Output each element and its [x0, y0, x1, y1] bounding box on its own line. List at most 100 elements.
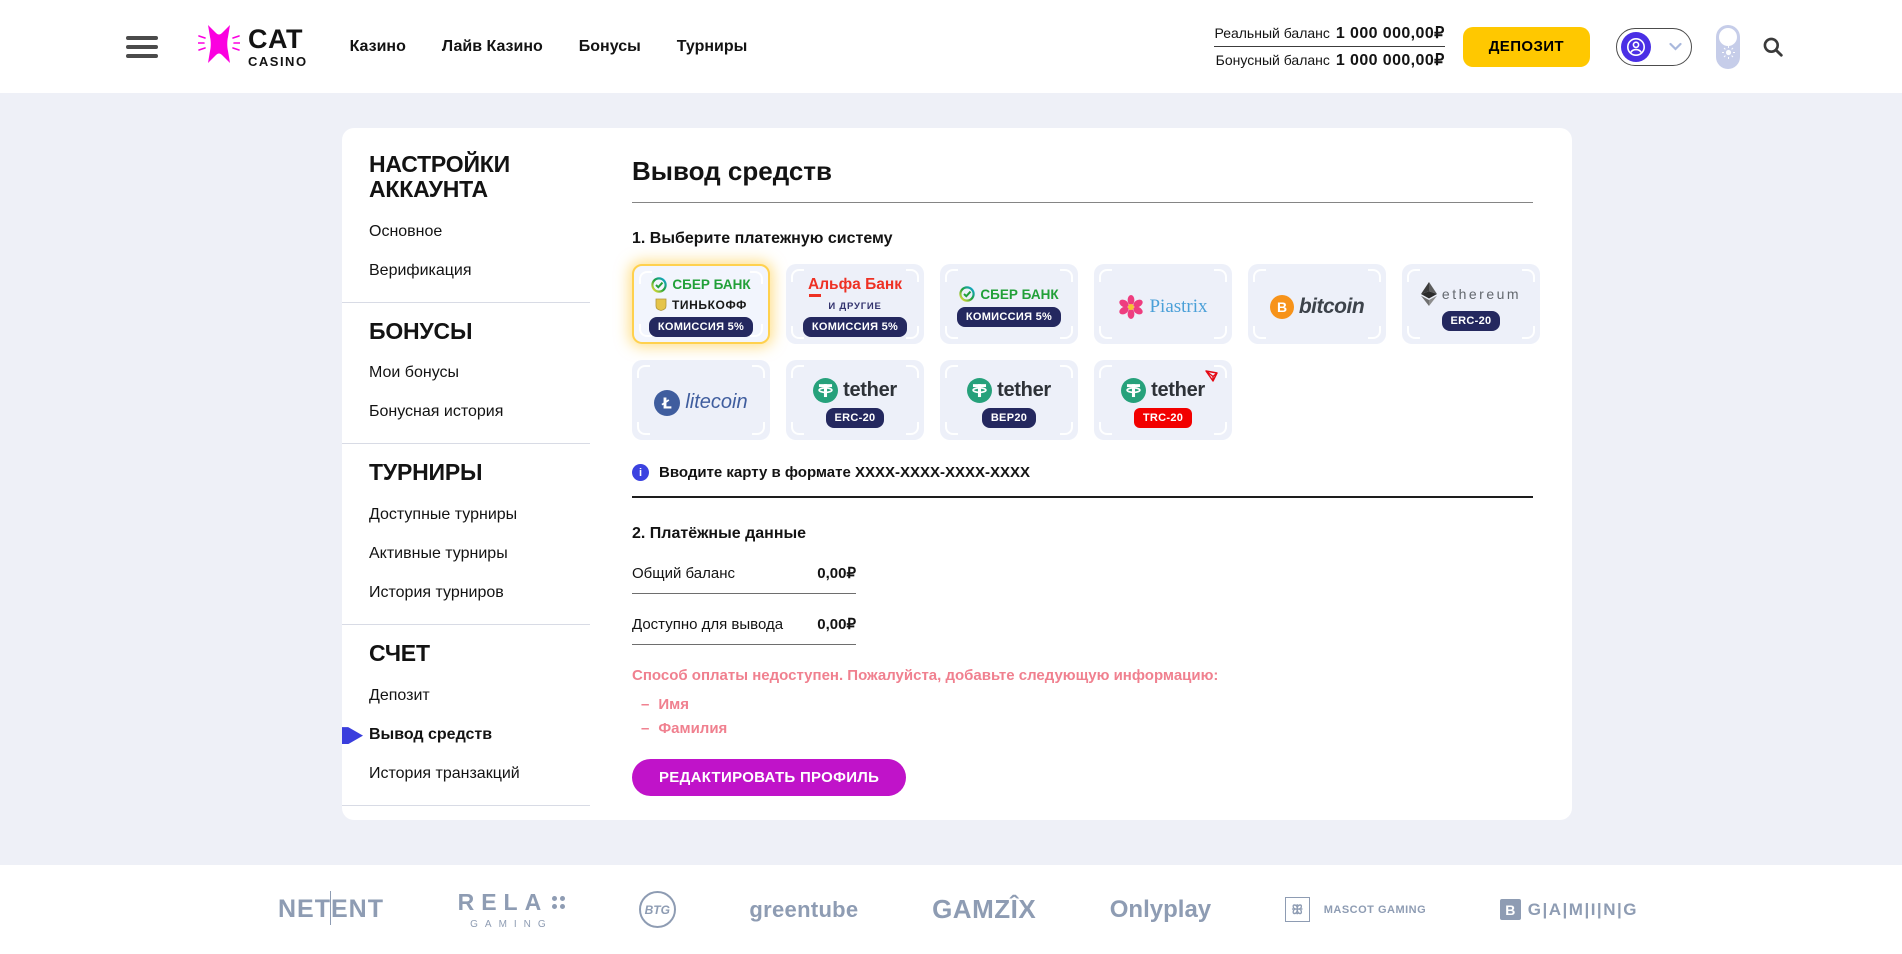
payment-card-sber-tinkoff[interactable]: СБЕР БАНК ТИНЬКОФФ КОМИССИЯ 5%	[632, 264, 770, 344]
sidebar-title-account: СЧЕТ	[369, 641, 580, 666]
sidebar-item-my-bonuses[interactable]: Мои бонусы	[369, 364, 580, 382]
payment-card-tether-trc20[interactable]: tether TRC-20	[1094, 360, 1232, 440]
nav-bonuses[interactable]: Бонусы	[579, 38, 641, 56]
chevron-down-icon	[1669, 38, 1682, 56]
bitcoin-icon: B	[1270, 295, 1294, 319]
hamburger-menu-icon[interactable]	[126, 36, 158, 58]
sidebar-item-main[interactable]: Основное	[369, 223, 580, 241]
title-divider	[632, 202, 1533, 203]
real-balance-value: 1 000 000,00₽	[1336, 23, 1445, 43]
account-panel: НАСТРОЙКИ АККАУНТА Основное Верификация …	[342, 128, 1572, 820]
commission-badge: КОМИССИЯ 5%	[957, 307, 1061, 327]
cat-casino-logo[interactable]: CAT CASINO	[198, 22, 308, 71]
provider-bgaming: B G|A|M|I|N|G	[1500, 899, 1638, 920]
bullet: –	[641, 720, 649, 737]
provider-onlyplay: Onlyplay	[1110, 896, 1211, 924]
sberbank-icon	[959, 286, 975, 302]
sidebar-item-transaction-history[interactable]: История транзакций	[369, 765, 580, 783]
edit-profile-button[interactable]: РЕДАКТИРОВАТЬ ПРОФИЛЬ	[632, 759, 906, 796]
sidebar-item-bonus-history[interactable]: Бонусная история	[369, 403, 580, 421]
network-badge: ERC-20	[1442, 311, 1501, 331]
provider-netent: NETENT	[278, 895, 384, 924]
bgaming-b-icon: B	[1500, 899, 1521, 920]
alfa-bank-label: Альфа Банк	[808, 276, 902, 294]
sidebar-item-deposit[interactable]: Депозит	[369, 687, 580, 705]
available-balance-row: Доступно для вывода 0,00₽	[632, 615, 856, 645]
withdrawal-content: Вывод средств 1. Выберите платежную сист…	[632, 128, 1533, 820]
ethereum-label: ethereum	[1442, 286, 1521, 302]
netent-divider	[330, 891, 331, 925]
network-badge: ERC-20	[826, 408, 885, 428]
sidebar-item-active-tournaments[interactable]: Активные турниры	[369, 545, 580, 563]
litecoin-icon: Ł	[654, 390, 680, 416]
real-balance-row: Реальный баланс 1 000 000,00₽	[1214, 20, 1444, 47]
logo-title: CAT	[248, 26, 308, 53]
search-icon	[1762, 36, 1784, 58]
info-note-text: Вводите карту в формате ХХХХ-ХХХХ-ХХХХ-Х…	[659, 464, 1030, 481]
logo-subtitle: CASINO	[248, 55, 308, 68]
account-menu[interactable]	[1616, 28, 1692, 66]
bonus-balance-value: 1 000 000,00₽	[1336, 50, 1445, 70]
network-badge: BEP20	[982, 408, 1036, 428]
account-sidebar: НАСТРОЙКИ АККАУНТА Основное Верификация …	[342, 128, 590, 820]
total-balance-value: 0,00₽	[817, 564, 856, 582]
page-title: Вывод средств	[632, 156, 1533, 187]
litecoin-label: litecoin	[685, 391, 747, 414]
payment-card-bitcoin[interactable]: B bitcoin	[1248, 264, 1386, 344]
page-body: НАСТРОЙКИ АККАУНТА Основное Верификация …	[0, 93, 1902, 820]
payment-card-litecoin[interactable]: Ł litecoin	[632, 360, 770, 440]
provider-greentube: greentube	[749, 897, 858, 923]
payment-methods-grid: СБЕР БАНК ТИНЬКОФФ КОМИССИЯ 5% Альфа Бан…	[632, 264, 1557, 440]
avatar	[1621, 32, 1651, 62]
missing-first-name: Имя	[658, 696, 689, 713]
sun-icon	[1722, 46, 1735, 64]
alfa-others-label: И ДРУГИЕ	[828, 301, 881, 312]
deposit-button[interactable]: ДЕПОЗИТ	[1463, 27, 1590, 67]
card-format-note: i Вводите карту в формате ХХХХ-ХХХХ-ХХХХ…	[632, 464, 1533, 481]
piastrix-label: Piastrix	[1149, 296, 1207, 318]
theme-toggle[interactable]	[1716, 25, 1740, 69]
sidebar-title-account-settings: НАСТРОЙКИ АККАУНТА	[369, 152, 580, 202]
nav-casino[interactable]: Казино	[350, 38, 406, 56]
top-header: CAT CASINO Казино Лайв Казино Бонусы Тур…	[0, 0, 1902, 93]
info-icon: i	[632, 464, 649, 481]
payment-card-tether-erc20[interactable]: tether ERC-20	[786, 360, 924, 440]
sidebar-item-verification[interactable]: Верификация	[369, 262, 580, 280]
tether-icon	[967, 378, 992, 403]
bonus-balance-label: Бонусный баланс	[1216, 52, 1330, 68]
commission-badge: КОМИССИЯ 5%	[803, 317, 907, 337]
sidebar-item-available-tournaments[interactable]: Доступные турниры	[369, 506, 580, 524]
payment-card-alfa-bank[interactable]: Альфа Банк И ДРУГИЕ КОМИССИЯ 5%	[786, 264, 924, 344]
provider-relax-gaming: RELA GAMING	[458, 889, 566, 930]
mascot-emblem-icon: ꕥ	[1285, 897, 1310, 922]
list-item: – Фамилия	[632, 720, 1533, 737]
tron-icon	[1205, 369, 1218, 387]
payment-card-piastrix[interactable]: Piastrix	[1094, 264, 1232, 344]
step1-label: 1. Выберите платежную систему	[632, 230, 1533, 248]
step2-label: 2. Платёжные данные	[632, 525, 1533, 543]
nav-tournaments[interactable]: Турниры	[677, 38, 748, 56]
payment-unavailable-warning: Способ оплаты недоступен. Пожалуйста, до…	[632, 667, 1533, 684]
piastrix-flower-icon	[1118, 294, 1144, 320]
nav-live-casino[interactable]: Лайв Казино	[442, 38, 543, 56]
available-balance-label: Доступно для вывода	[632, 616, 783, 633]
sidebar-item-tournament-history[interactable]: История турниров	[369, 584, 580, 602]
sidebar-title-bonuses: БОНУСЫ	[369, 319, 580, 344]
provider-gamzix: GAMZÎX	[932, 894, 1036, 925]
list-item: – Имя	[632, 696, 1533, 713]
tether-label: tether	[997, 379, 1051, 402]
bullet: –	[641, 696, 649, 713]
sber-label: СБЕР БАНК	[672, 277, 750, 292]
search-button[interactable]	[1762, 36, 1784, 58]
payment-card-ethereum[interactable]: ethereum ERC-20	[1402, 264, 1540, 344]
tether-label: tether	[1151, 379, 1205, 402]
payment-card-sberbank[interactable]: СБЕР БАНК КОМИССИЯ 5%	[940, 264, 1078, 344]
provider-btg: BTG	[639, 891, 676, 928]
real-balance-label: Реальный баланс	[1214, 25, 1329, 41]
tether-icon	[1121, 378, 1146, 403]
active-item-arrow-icon	[342, 727, 363, 744]
sidebar-item-withdrawal[interactable]: Вывод средств	[369, 726, 580, 744]
sber-label: СБЕР БАНК	[980, 287, 1058, 302]
payment-card-tether-bep20[interactable]: tether BEP20	[940, 360, 1078, 440]
section-divider	[632, 496, 1533, 498]
